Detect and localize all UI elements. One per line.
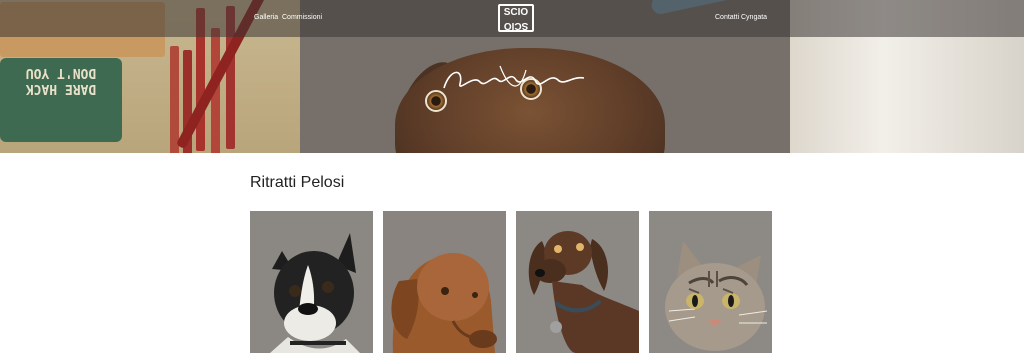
hero-banner: DARE HACK DON'T YOU SCIO SCIO Galleria C… [0, 0, 1024, 153]
nav-link-cyngata[interactable]: Cyngata [741, 14, 767, 21]
nav-link-galleria[interactable]: Galleria [254, 14, 278, 21]
gallery-item-dachshund[interactable] [516, 211, 639, 353]
gallery-item-tabby-cat[interactable] [649, 211, 772, 353]
tabby-cat-icon [649, 211, 772, 353]
logo-text-top: SCIO [503, 7, 529, 18]
vizsla-icon [383, 211, 506, 353]
gallery-item-boston-terrier[interactable] [250, 211, 373, 353]
logo-text-bottom: SCIO [503, 20, 529, 31]
nav-link-commissioni[interactable]: Commissioni [282, 14, 322, 21]
portrait-gallery [250, 211, 772, 353]
signature-logo [443, 65, 585, 89]
dachshund-icon [516, 211, 639, 353]
gallery-item-vizsla[interactable] [383, 211, 506, 353]
hero-tin-label: DARE HACK DON'T YOU [25, 65, 97, 96]
site-logo[interactable]: SCIO SCIO [498, 4, 534, 32]
nav-link-contatti[interactable]: Contatti [715, 14, 739, 21]
boston-terrier-icon [250, 211, 373, 353]
section-title: Ritratti Pelosi [250, 174, 345, 191]
hero-pencil [170, 46, 179, 153]
